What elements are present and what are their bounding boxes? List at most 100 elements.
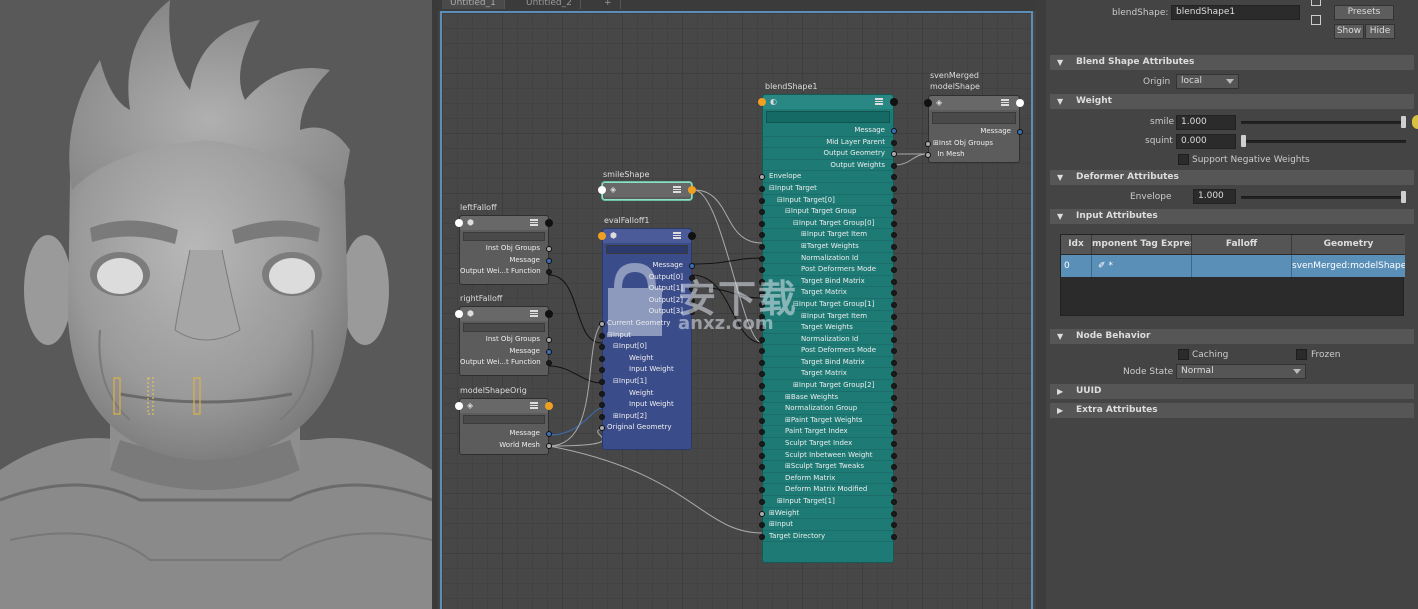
input-attributes-table[interactable]: Idx mponent Tag Expressi Falloff Geometr…: [1060, 234, 1405, 316]
node-blend-shape[interactable]: ◐ Message Mid Layer Parent Output Geometry…: [758, 94, 898, 563]
table-header-idx[interactable]: Idx: [1061, 235, 1092, 254]
table-header-falloff[interactable]: Falloff: [1192, 235, 1292, 254]
port-output-weight-function[interactable]: Output Wei...t Function: [460, 357, 552, 369]
node-menu-icon[interactable]: [530, 219, 538, 226]
smile-value-field[interactable]: 1.000: [1176, 115, 1236, 130]
port-input[interactable]: Normalization Id: [759, 253, 897, 265]
table-cell-falloff[interactable]: [1192, 255, 1292, 277]
table-header-component-tag[interactable]: mponent Tag Expressi: [1092, 235, 1192, 254]
envelope-slider-handle[interactable]: [1401, 191, 1406, 203]
port-input[interactable]: ⊞Base Weights: [759, 392, 897, 404]
port-inst-obj-groups[interactable]: Inst Obj Groups: [460, 334, 552, 346]
tab-untitled-1[interactable]: Untitled_1: [442, 0, 505, 9]
port-message[interactable]: Message: [929, 126, 1023, 138]
port-input[interactable]: Deform Matrix: [759, 473, 897, 485]
origin-dropdown[interactable]: local: [1176, 74, 1239, 89]
add-tab-button[interactable]: +: [596, 0, 621, 9]
node-menu-icon[interactable]: [673, 186, 681, 193]
table-cell-component-tag[interactable]: ✐ *: [1092, 255, 1192, 277]
port-inst-obj-groups[interactable]: ⊞Inst Obj Groups: [925, 138, 1019, 150]
port-input[interactable]: Envelope: [759, 171, 897, 183]
node-menu-icon[interactable]: [1001, 99, 1009, 106]
section-input-attributes[interactable]: ▼ Input Attributes: [1050, 209, 1414, 224]
port-input[interactable]: Target Matrix: [759, 368, 897, 381]
node-menu-icon[interactable]: [875, 98, 883, 105]
node-name-field[interactable]: blendShape1: [1171, 5, 1300, 20]
squint-value-field[interactable]: 0.000: [1176, 134, 1236, 149]
caching-checkbox[interactable]: [1178, 349, 1189, 360]
port-weight[interactable]: Weight: [599, 353, 691, 365]
port-input[interactable]: Target Bind Matrix: [759, 357, 897, 369]
port-input[interactable]: ⊟Input Target: [759, 183, 897, 195]
port-output[interactable]: Output Geometry: [763, 148, 897, 160]
focus-icon[interactable]: [1311, 0, 1321, 6]
port-input[interactable]: Post Deformers Mode: [759, 345, 897, 357]
port-input[interactable]: Target Directory: [759, 531, 897, 543]
port-input[interactable]: Paint Target Index: [759, 426, 897, 439]
section-node-behavior[interactable]: ▼ Node Behavior: [1050, 329, 1414, 344]
envelope-slider-track[interactable]: [1241, 196, 1406, 199]
port-in-mesh[interactable]: In Mesh: [925, 149, 1019, 161]
port-input[interactable]: ⊞Paint Target Weights: [759, 415, 897, 427]
port-output[interactable]: Mid Layer Parent: [763, 137, 897, 149]
port-input[interactable]: ⊟Input Target Group: [759, 206, 897, 218]
section-uuid[interactable]: ▶ UUID: [1050, 384, 1414, 399]
node-smile-shape[interactable]: ◈: [598, 182, 696, 200]
port-input[interactable]: Normalization Group: [759, 403, 897, 415]
node-sven-merged-model-shape[interactable]: ◈ Message ⊞Inst Obj Groups In Mesh: [924, 95, 1024, 163]
port-input[interactable]: Sculpt Inbetween Weight: [759, 450, 897, 462]
port-output[interactable]: Output Weights: [763, 160, 897, 172]
port-input-2[interactable]: ⊞Input[2]: [599, 411, 691, 423]
port-weight[interactable]: Weight: [599, 388, 691, 400]
port-input[interactable]: ⊟Input Target Group[0]: [759, 218, 897, 230]
section-weight[interactable]: ▼ Weight: [1050, 94, 1414, 109]
table-header-geometry[interactable]: Geometry: [1292, 235, 1405, 254]
port-input[interactable]: ⊞Target Weights: [759, 241, 897, 253]
node-left-falloff[interactable]: ⬢ Inst Obj Groups Message Output Wei...t…: [455, 215, 553, 285]
port-input[interactable]: ⊞Sculpt Target Tweaks: [759, 461, 897, 473]
port-inst-obj-groups[interactable]: Inst Obj Groups: [460, 243, 552, 255]
section-blend-shape-attributes[interactable]: ▼ Blend Shape Attributes: [1050, 55, 1414, 70]
port-input[interactable]: Normalization Id: [759, 334, 897, 346]
smile-slider-handle[interactable]: [1401, 116, 1406, 128]
tab-untitled-2[interactable]: Untitled_2: [518, 0, 581, 9]
node-editor[interactable]: Untitled_1 Untitled_2 + leftFalloff ⬢ In…: [438, 0, 1036, 609]
envelope-value-field[interactable]: 1.000: [1193, 189, 1236, 204]
3d-viewport[interactable]: [0, 0, 432, 609]
port-input-0[interactable]: ⊟Input[0]: [599, 341, 691, 353]
port-input-weight[interactable]: Input Weight: [599, 399, 691, 411]
node-menu-icon[interactable]: [530, 310, 538, 317]
frozen-checkbox[interactable]: [1296, 349, 1307, 360]
port-input[interactable]: Deform Matrix Modified: [759, 484, 897, 496]
port-message[interactable]: Message: [460, 346, 552, 358]
port-input[interactable]: ⊞Input Target[1]: [759, 496, 897, 508]
port-output-weight-function[interactable]: Output Wei...t Function: [460, 266, 552, 278]
port-original-geometry[interactable]: Original Geometry: [599, 422, 691, 434]
smile-slider-track[interactable]: [1241, 121, 1406, 124]
port-message[interactable]: Message: [460, 255, 552, 267]
panel-splitter[interactable]: [1036, 0, 1046, 609]
node-state-dropdown[interactable]: Normal: [1176, 364, 1306, 379]
node-right-falloff[interactable]: ⬢ Inst Obj Groups Message Output Wei...t…: [455, 306, 553, 376]
port-input-weight[interactable]: Input Weight: [599, 364, 691, 376]
table-cell-geometry[interactable]: svenMerged:modelShape: [1292, 255, 1405, 277]
port-input[interactable]: ⊞Input: [759, 519, 897, 531]
update-icon[interactable]: [1311, 15, 1321, 25]
port-message[interactable]: Message: [460, 428, 552, 440]
table-cell-idx[interactable]: 0: [1061, 255, 1092, 277]
squint-slider-track[interactable]: [1241, 140, 1406, 143]
key-indicator-icon[interactable]: [1412, 115, 1418, 129]
node-model-shape-orig[interactable]: ◈ Message World Mesh: [455, 398, 553, 455]
port-input[interactable]: ⊞Input Target Item: [759, 229, 897, 241]
hide-button[interactable]: Hide: [1365, 24, 1395, 39]
port-input-1[interactable]: ⊟Input[1]: [599, 376, 691, 388]
node-menu-icon[interactable]: [530, 402, 538, 409]
presets-button[interactable]: Presets: [1334, 5, 1394, 20]
port-input[interactable]: ⊞Input Target Group[2]: [759, 380, 897, 392]
support-negative-weights-checkbox[interactable]: [1178, 154, 1189, 165]
port-input[interactable]: ⊟Input Target[0]: [759, 195, 897, 207]
section-extra-attributes[interactable]: ▶ Extra Attributes: [1050, 403, 1414, 418]
port-world-mesh[interactable]: World Mesh: [460, 440, 552, 452]
section-deformer-attributes[interactable]: ▼ Deformer Attributes: [1050, 170, 1414, 185]
squint-slider-handle[interactable]: [1241, 135, 1246, 147]
